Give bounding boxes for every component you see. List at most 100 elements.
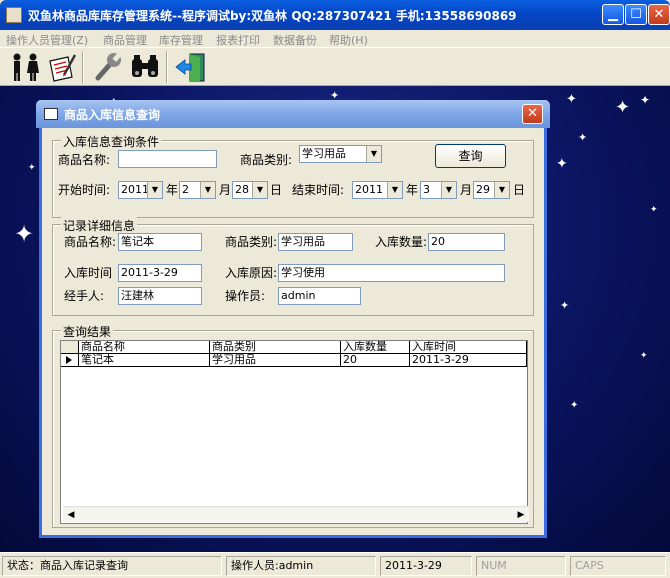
- window-title: 双鱼林商品库库存管理系统--程序调试by:双鱼林 QQ:287307421 手机…: [28, 9, 517, 23]
- detail-time-label: 入库时间: [64, 266, 113, 280]
- app-icon: [6, 7, 22, 23]
- day-unit: 日: [270, 183, 283, 197]
- detail-handler-field[interactable]: 汪建林: [118, 287, 202, 305]
- menu-help[interactable]: 帮助(H): [329, 32, 368, 48]
- detail-reason-field[interactable]: 学习使用: [278, 264, 505, 282]
- scroll-left-icon[interactable]: ◀: [63, 507, 79, 523]
- column-header-category[interactable]: 商品类别: [210, 341, 341, 354]
- column-header-name[interactable]: 商品名称: [79, 341, 210, 354]
- end-time-label: 结束时间:: [292, 183, 345, 197]
- star-icon: ✦: [566, 92, 577, 107]
- start-month-value: 2: [182, 183, 189, 196]
- detail-category-label: 商品类别:: [225, 235, 278, 249]
- cell-time[interactable]: 2011-3-29: [410, 354, 527, 367]
- name-search-input[interactable]: [118, 150, 217, 168]
- start-year-select[interactable]: 2011 ▼: [118, 181, 163, 199]
- end-month-value: 3: [423, 183, 430, 196]
- detail-quantity-field[interactable]: 20: [428, 233, 505, 251]
- column-header-time[interactable]: 入库时间: [410, 341, 527, 354]
- end-year-value: 2011: [355, 183, 383, 196]
- query-conditions-legend: 入库信息查询条件: [61, 133, 162, 150]
- record-details-legend: 记录详细信息: [61, 217, 138, 234]
- star-icon: ✦: [560, 299, 570, 312]
- chevron-down-icon[interactable]: ▼: [252, 182, 267, 198]
- main-title-bar[interactable]: 双鱼林商品库库存管理系统--程序调试by:双鱼林 QQ:287307421 手机…: [0, 0, 670, 30]
- end-day-value: 29: [476, 183, 490, 196]
- end-month-select[interactable]: 3 ▼: [420, 181, 457, 199]
- dialog-close-button[interactable]: ✕: [522, 104, 543, 124]
- close-button[interactable]: ✕: [648, 4, 670, 25]
- results-legend: 查询结果: [61, 323, 114, 340]
- star-icon: ✦: [650, 205, 658, 215]
- chevron-down-icon[interactable]: ▼: [387, 182, 402, 198]
- menu-data-backup[interactable]: 数据备份: [273, 32, 317, 48]
- minimize-button[interactable]: ▁: [602, 4, 624, 25]
- start-time-label: 开始时间:: [58, 183, 111, 197]
- chevron-down-icon[interactable]: ▼: [494, 182, 509, 198]
- status-bar: 状态：商品入库记录查询 操作人员:admin 2011-3-29 NUM CAP…: [0, 552, 670, 578]
- search-button[interactable]: 查询: [435, 144, 506, 168]
- grid-header: 商品名称 商品类别 入库数量 入库时间: [61, 341, 527, 354]
- detail-handler-label: 经手人:: [64, 289, 105, 303]
- wrench-icon[interactable]: [90, 51, 124, 83]
- exit-door-icon[interactable]: [174, 51, 208, 83]
- year-unit: 年: [166, 183, 179, 197]
- chevron-down-icon[interactable]: ▼: [366, 146, 381, 162]
- chevron-down-icon[interactable]: ▼: [147, 182, 162, 198]
- start-day-value: 28: [235, 183, 249, 196]
- year-unit: 年: [406, 183, 419, 197]
- star-icon: ✦: [640, 351, 648, 361]
- category-select[interactable]: 学习用品 ▼: [299, 145, 382, 163]
- current-row-arrow-icon: [66, 356, 72, 364]
- menu-operator-management[interactable]: 操作人员管理(Z): [6, 32, 88, 48]
- people-icon[interactable]: [8, 51, 42, 83]
- menu-bar: 操作人员管理(Z) 商品管理 库存管理 报表打印 数据备份 帮助(H): [0, 30, 670, 48]
- column-header-quantity[interactable]: 入库数量: [341, 341, 410, 354]
- cell-quantity[interactable]: 20: [341, 354, 410, 367]
- menu-inventory-management[interactable]: 库存管理: [159, 32, 203, 48]
- status-num: NUM: [476, 556, 566, 576]
- detail-operator-field[interactable]: admin: [278, 287, 361, 305]
- cell-category[interactable]: 学习用品: [210, 354, 341, 367]
- star-icon: ✦: [28, 163, 36, 173]
- results-grid[interactable]: 商品名称 商品类别 入库数量 入库时间 笔记本 学习用品 20 2011-3-2…: [60, 340, 528, 524]
- detail-quantity-label: 入库数量:: [375, 235, 428, 249]
- horizontal-scrollbar[interactable]: ◀ ▶: [63, 506, 529, 522]
- edit-document-icon[interactable]: [44, 51, 78, 83]
- detail-name-label: 商品名称:: [64, 235, 117, 249]
- dialog-title-bar[interactable]: 商品入库信息查询: [36, 100, 550, 128]
- category-select-value: 学习用品: [302, 147, 346, 160]
- status-caps: CAPS: [570, 556, 666, 576]
- chevron-down-icon[interactable]: ▼: [441, 182, 456, 198]
- dialog-window-icon: [44, 108, 58, 120]
- menu-report-print[interactable]: 报表打印: [216, 32, 260, 48]
- toolbar-separator: [166, 51, 168, 83]
- end-year-select[interactable]: 2011 ▼: [352, 181, 403, 199]
- table-row[interactable]: 笔记本 学习用品 20 2011-3-29: [61, 354, 527, 367]
- detail-name-field[interactable]: 笔记本: [118, 233, 202, 251]
- grid-corner: [61, 341, 79, 354]
- row-indicator[interactable]: [61, 354, 79, 367]
- toolbar-separator: [82, 51, 84, 83]
- cell-name[interactable]: 笔记本: [79, 354, 210, 367]
- scroll-right-icon[interactable]: ▶: [513, 507, 529, 523]
- end-day-select[interactable]: 29 ▼: [473, 181, 510, 199]
- star-icon: ✦: [14, 220, 35, 248]
- month-unit: 月: [219, 183, 232, 197]
- day-unit: 日: [513, 183, 526, 197]
- name-label: 商品名称:: [58, 153, 111, 167]
- chevron-down-icon[interactable]: ▼: [200, 182, 215, 198]
- maximize-button[interactable]: ☐: [625, 4, 647, 25]
- start-month-select[interactable]: 2 ▼: [179, 181, 216, 199]
- menu-product-management[interactable]: 商品管理: [103, 32, 147, 48]
- month-unit: 月: [460, 183, 473, 197]
- detail-time-field[interactable]: 2011-3-29: [118, 264, 202, 282]
- start-day-select[interactable]: 28 ▼: [232, 181, 268, 199]
- star-icon: ✦: [578, 131, 588, 144]
- dialog-title: 商品入库信息查询: [64, 108, 161, 122]
- binoculars-icon[interactable]: [128, 51, 162, 83]
- category-label: 商品类别:: [240, 153, 293, 167]
- detail-category-field[interactable]: 学习用品: [278, 233, 353, 251]
- star-icon: ✦: [570, 400, 579, 411]
- detail-operator-label: 操作员:: [225, 289, 266, 303]
